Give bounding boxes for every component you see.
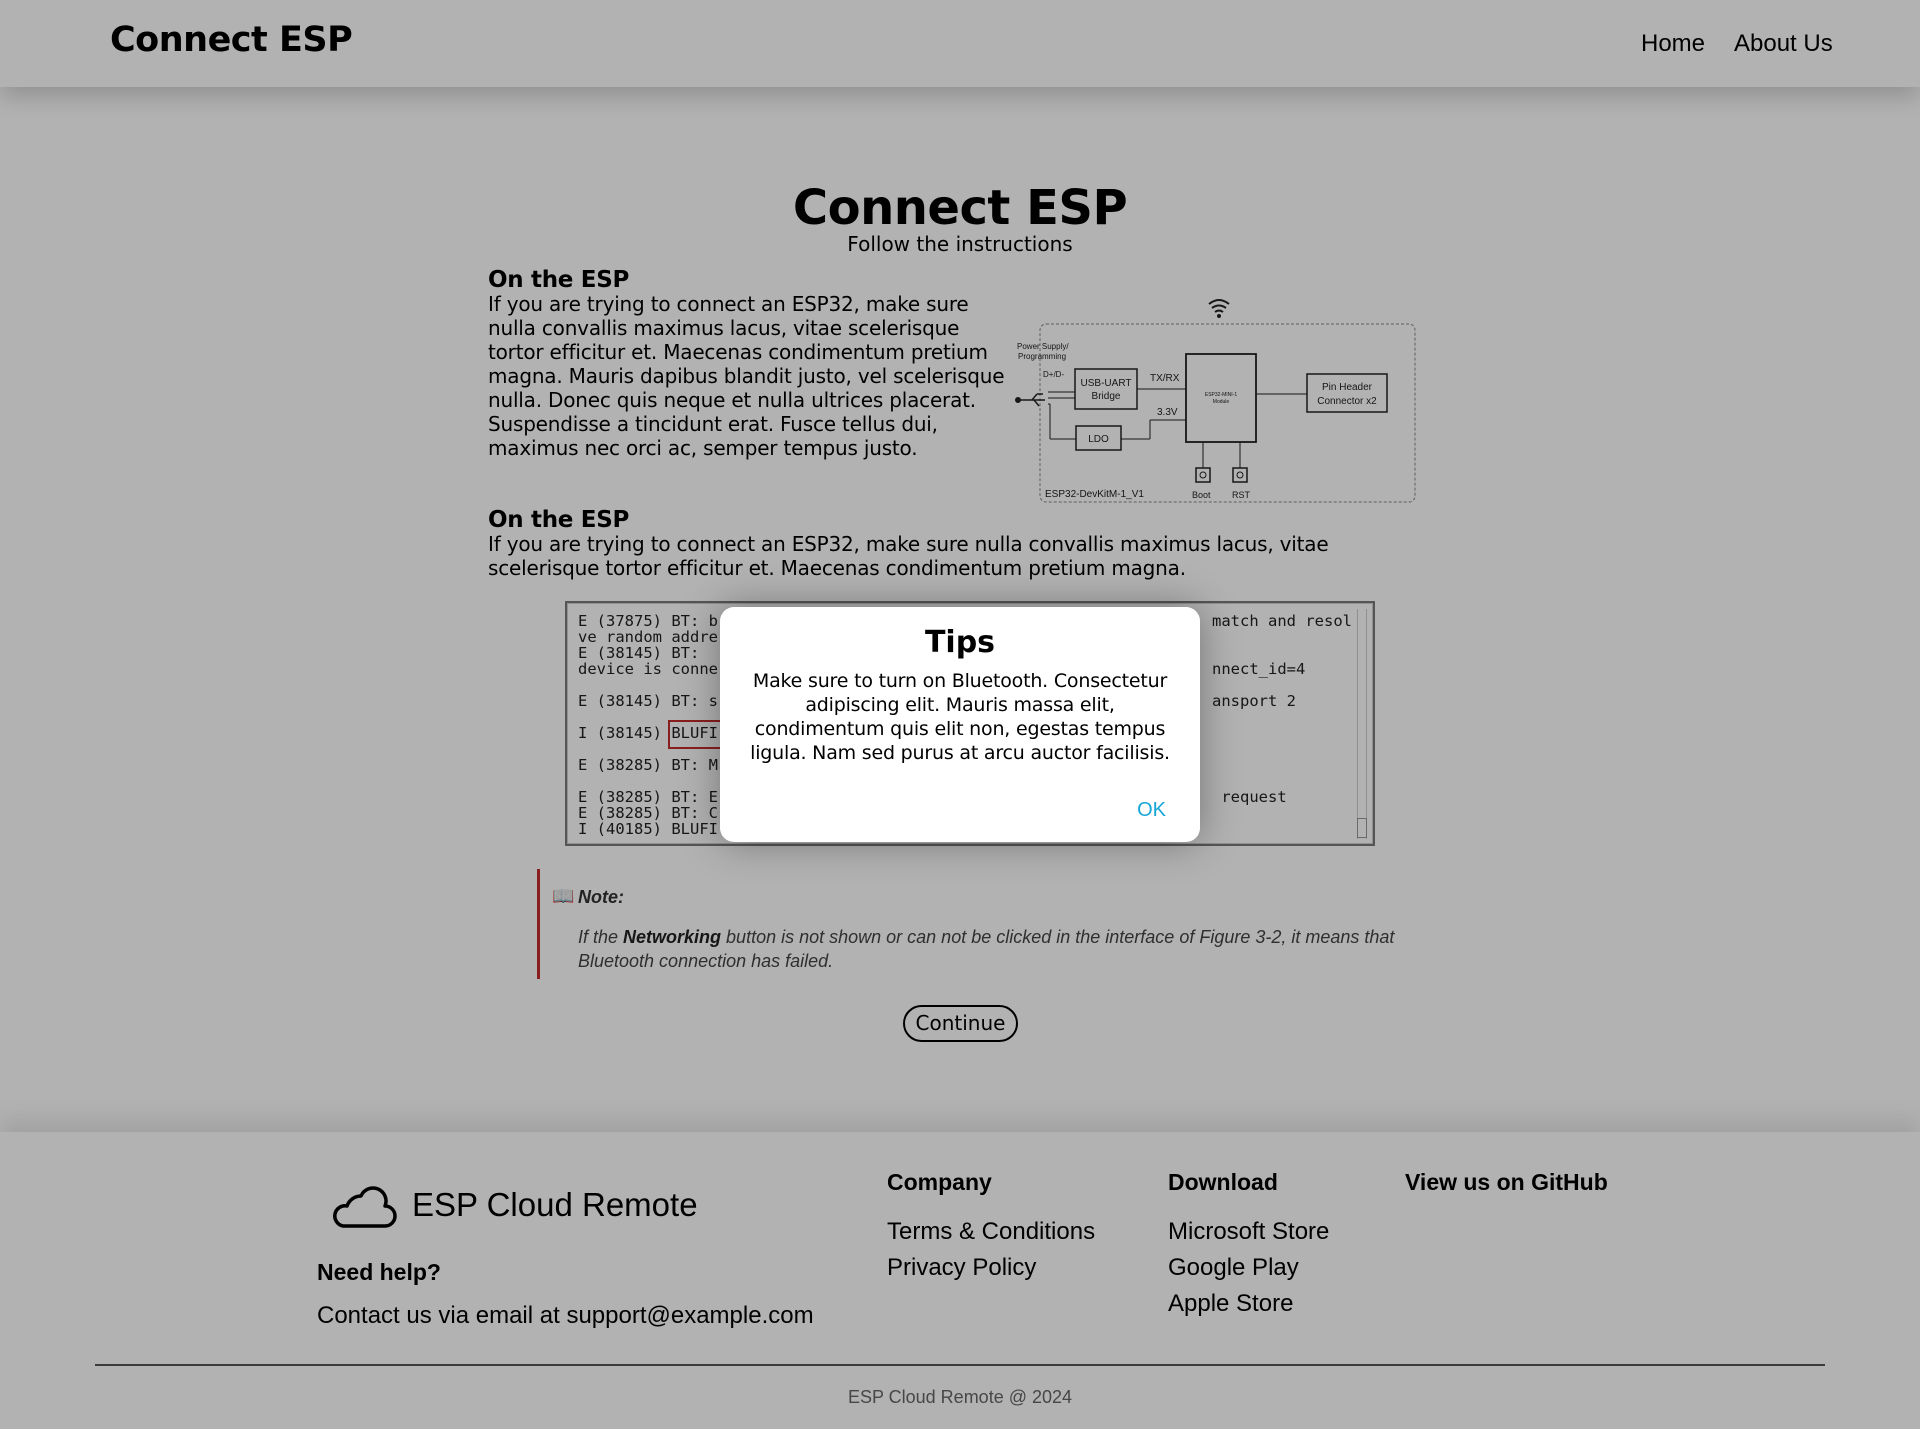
ok-button[interactable]: OK <box>1137 799 1166 822</box>
tips-dialog: Tips Make sure to turn on Bluetooth. Con… <box>720 607 1200 842</box>
dialog-body: Make sure to turn on Bluetooth. Consecte… <box>750 670 1170 764</box>
dialog-title: Tips <box>924 625 996 660</box>
